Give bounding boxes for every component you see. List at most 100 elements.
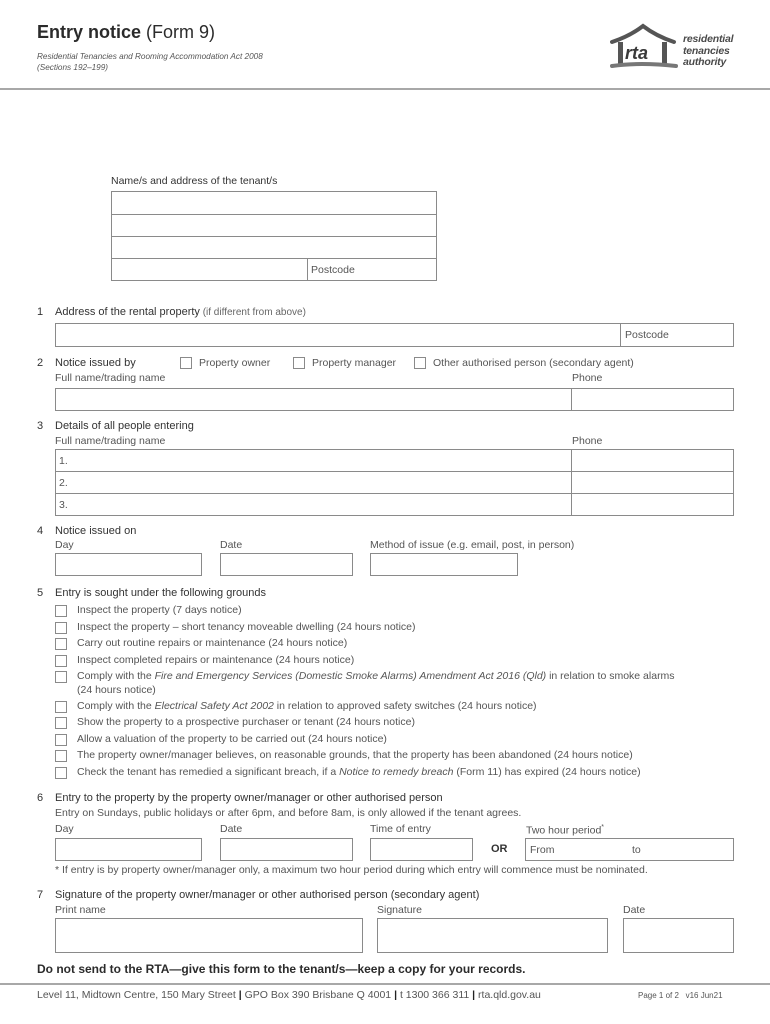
ground-label: Allow a valuation of the property to be …: [77, 733, 387, 745]
tenant-line-1[interactable]: [112, 192, 436, 214]
s7-signature-label: Signature: [377, 904, 422, 916]
person-2-label: 2.: [59, 477, 68, 489]
option-other-authorised: Other authorised person (secondary agent…: [433, 357, 634, 369]
tenant-line-3[interactable]: [112, 236, 436, 259]
issuer-phone-field[interactable]: [571, 388, 734, 411]
ground-checkbox[interactable]: [55, 750, 67, 762]
ground-text: Inspect the property – short tenancy mov…: [77, 620, 416, 633]
s7-print-name-label: Print name: [55, 904, 106, 916]
logo-line-authority: authority: [683, 56, 727, 68]
signature-field[interactable]: [377, 918, 608, 953]
person-1-name-field[interactable]: [55, 449, 572, 472]
act-sections: (Sections 192–199): [37, 63, 109, 72]
header-divider: [0, 88, 770, 90]
s3-name-label: Full name/trading name: [55, 435, 166, 447]
s4-date-label: Date: [220, 539, 243, 551]
form-title-number: (Form 9): [141, 22, 216, 42]
ground-text: Comply with the: [77, 670, 155, 682]
section-3-number: 3: [37, 420, 44, 432]
ground-label-continued: (24 hours notice): [77, 683, 156, 696]
person-3-phone-field[interactable]: [571, 493, 734, 516]
ground-text: Carry out routine repairs or maintenance…: [77, 637, 348, 649]
entry-time-field[interactable]: [370, 838, 473, 861]
footer-website-link[interactable]: rta.qld.gov.au: [478, 989, 541, 1001]
s4-method-label: Method of issue (e.g. email, post, in pe…: [370, 539, 575, 551]
section-5-title: Entry is sought under the following grou…: [55, 587, 266, 599]
s6-footnote: * If entry is by property owner/manager …: [55, 864, 648, 876]
section-2-number: 2: [37, 357, 44, 369]
ground-checkbox[interactable]: [55, 605, 67, 617]
ground-checkbox[interactable]: [55, 717, 67, 729]
tenant-address-box: Postcode: [111, 191, 437, 281]
ground-text: Check the tenant has remedied a signific…: [77, 765, 340, 778]
footer-phone: t 1300 366 311: [399, 989, 470, 1001]
entry-date-field[interactable]: [220, 838, 353, 861]
notice-method-field[interactable]: [370, 553, 518, 576]
ground-checkbox[interactable]: [55, 733, 67, 746]
ground-act-name: Electrical Safety Act 2002: [154, 699, 274, 712]
checkbox-other-authorised[interactable]: [414, 357, 426, 369]
ground-act-name: Notice to remedy breach: [339, 765, 454, 778]
person-2-phone-field[interactable]: [571, 471, 734, 494]
tenant-postcode-label: Postcode: [311, 264, 355, 276]
tenant-line-4[interactable]: [112, 258, 436, 282]
entry-day-field[interactable]: [55, 838, 202, 861]
rental-postcode-label: Postcode: [625, 329, 669, 341]
checkbox-property-manager[interactable]: [293, 357, 305, 369]
print-name-field[interactable]: [55, 918, 363, 953]
ground-checkbox[interactable]: [55, 638, 67, 650]
section-7-title: Signature of the property owner/manager …: [55, 889, 480, 901]
ground-text: Allow a valuation of the property to be …: [77, 732, 387, 745]
person-2-name-field[interactable]: [55, 471, 572, 494]
form-version: v16 Jun21: [685, 991, 723, 1000]
section-4-number: 4: [37, 525, 44, 537]
footer-separator: |: [472, 989, 476, 1001]
ground-text: The property owner/manager believes, on …: [77, 749, 633, 761]
person-1-phone-field[interactable]: [571, 449, 734, 472]
do-not-send-notice: Do not send to the RTA—give this form to…: [37, 962, 526, 976]
ground-checkbox[interactable]: [55, 766, 67, 779]
section-5-number: 5: [37, 587, 44, 599]
from-label: From: [530, 844, 555, 856]
section-4-title: Notice issued on: [55, 525, 137, 537]
ground-text: Inspect completed repairs or maintenance…: [77, 653, 355, 666]
footer-divider: [0, 983, 770, 985]
section-7-number: 7: [37, 889, 44, 901]
signature-date-field[interactable]: [623, 918, 734, 953]
two-hour-period-field[interactable]: [525, 838, 734, 861]
section-1-number: 1: [37, 306, 44, 318]
ground-text: Inspect the property (7 days notice): [77, 604, 242, 616]
s6-period-asterisk: *: [601, 824, 605, 831]
section-6-title: Entry to the property by the property ow…: [55, 792, 443, 804]
ground-label: Inspect the property – short tenancy mov…: [77, 621, 416, 633]
option-property-manager: Property manager: [312, 357, 397, 369]
logo-line-residential: residential: [683, 33, 734, 45]
ground-text: Comply with the: [77, 699, 155, 712]
ground-checkbox[interactable]: [55, 671, 67, 683]
form-title: Entry notice (Form 9): [37, 22, 215, 43]
ground-text-suffix: (Form 11) has expired (24 hours notice): [453, 765, 641, 778]
ground-text-suffix: in relation to approved safety switches …: [273, 699, 537, 712]
footer-contact: Level 11, Midtown Centre, 150 Mary Stree…: [37, 989, 541, 1001]
section-1-title-text: Address of the rental property: [55, 306, 200, 318]
ground-text-suffix: in relation to smoke alarms: [546, 670, 675, 682]
s6-day-label: Day: [55, 823, 74, 835]
s6-period-label: Two hour period*: [526, 824, 604, 837]
ground-label: Inspect completed repairs or maintenance…: [77, 654, 354, 666]
ground-checkbox[interactable]: [55, 654, 67, 667]
ground-label: Comply with the Electrical Safety Act 20…: [77, 700, 537, 712]
tenant-line-2[interactable]: [112, 214, 436, 237]
s2-phone-label: Phone: [572, 372, 603, 384]
notice-day-field[interactable]: [55, 553, 202, 576]
tenant-postcode-field[interactable]: [307, 258, 308, 281]
issuer-name-field[interactable]: [55, 388, 572, 411]
person-3-label: 3.: [59, 499, 68, 511]
tenant-label: Name/s and address of the tenant/s: [111, 175, 278, 187]
notice-date-field[interactable]: [220, 553, 353, 576]
person-3-name-field[interactable]: [55, 493, 572, 516]
ground-text: Show the property to a prospective purch…: [77, 716, 415, 728]
ground-checkbox[interactable]: [55, 700, 67, 713]
s3-phone-label: Phone: [572, 435, 603, 447]
checkbox-property-owner[interactable]: [180, 357, 192, 369]
ground-checkbox[interactable]: [55, 621, 67, 634]
